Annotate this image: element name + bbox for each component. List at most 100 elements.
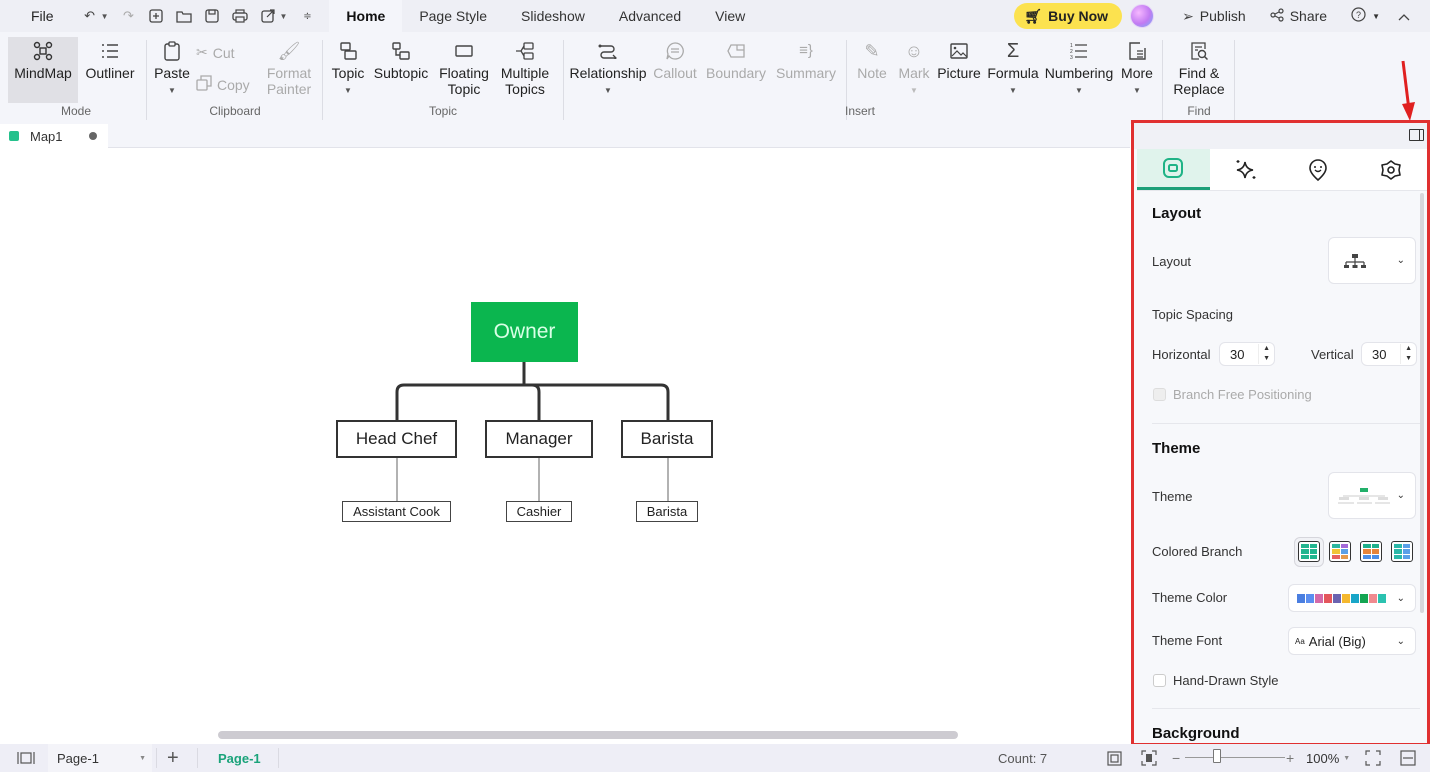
export-icon[interactable] [260,8,276,24]
fit-page-button[interactable] [1107,744,1122,772]
page-tab-active[interactable]: Page-1 [218,744,261,772]
mindmap-mode-button[interactable]: MindMap [8,37,78,103]
fit-selection-button[interactable] [1141,744,1157,772]
colored-branch-option[interactable] [1391,541,1413,562]
callout-button[interactable]: Callout [651,37,699,81]
topic-dropdown-icon[interactable]: ▼ [344,83,352,99]
ribbon-separator [322,40,323,120]
page-panel-toggle[interactable] [17,744,35,772]
zoom-slider-handle[interactable] [1213,749,1221,763]
boundary-button[interactable]: Boundary [705,37,767,81]
customize-icon[interactable]: ≑ [299,8,315,24]
share-button[interactable]: Share [1270,7,1327,25]
theme-font-select[interactable]: Aa Arial (Big) ⌄ [1288,627,1416,655]
find-replace-button[interactable]: Find & Replace [1168,37,1230,97]
formula-dropdown-icon[interactable]: ▼ [1009,83,1017,99]
vertical-spacing-input[interactable]: 30 ▲ ▼ [1361,342,1417,366]
panel-tab-ai-style[interactable] [1210,149,1283,190]
spinner-arrows-icon[interactable]: ▲ ▼ [1400,344,1412,364]
relationship-dropdown-icon[interactable]: ▼ [604,83,612,99]
numbering-dropdown-icon[interactable]: ▼ [1075,83,1083,99]
zoom-slider-track[interactable] [1185,757,1285,758]
theme-font-label: Theme Font [1152,633,1223,648]
root-topic[interactable]: Owner [471,302,578,362]
colored-branch-option[interactable] [1329,541,1351,562]
export-dropdown-icon[interactable]: ▼ [279,12,287,21]
file-menu[interactable]: File [31,8,54,24]
subtopic-button[interactable]: Subtopic [372,37,430,81]
publish-button[interactable]: ➢ Publish [1182,8,1246,25]
tab-view[interactable]: View [698,0,762,32]
topic-head-chef[interactable]: Head Chef [336,420,457,458]
subtopic-assistant-cook[interactable]: Assistant Cook [342,501,451,522]
subtopic-cashier[interactable]: Cashier [506,501,572,522]
mark-dropdown-icon[interactable]: ▼ [910,83,918,99]
paste-button[interactable]: Paste ▼ [152,37,192,99]
toggle-panel-icon[interactable] [1409,129,1424,141]
colored-branch-option[interactable] [1360,541,1382,562]
collapse-ribbon-button[interactable] [1398,8,1410,24]
topic-barista[interactable]: Barista [621,420,713,458]
tab-advanced[interactable]: Advanced [602,0,698,32]
undo-dropdown-icon[interactable]: ▼ [101,12,109,21]
outliner-mode-button[interactable]: Outliner [82,37,138,81]
multiple-topics-button[interactable]: Multiple Topics [496,37,554,97]
layout-select[interactable]: ⌄ [1328,237,1416,284]
note-button[interactable]: ✎ Note [853,37,891,81]
theme-color-select[interactable]: ⌄ [1288,584,1416,612]
colored-branch-option[interactable] [1298,541,1320,562]
more-dropdown-icon[interactable]: ▼ [1133,83,1141,99]
page-select[interactable]: Page-1 ▼ [48,744,152,772]
fullscreen-button[interactable] [1365,744,1381,772]
menu-bar: File ↶ ▼ ↷ ▼ ≑ Home Page Style Slideshow … [0,0,1430,32]
mark-button[interactable]: ☺︎ Mark ▼ [895,37,933,99]
cut-button[interactable]: ✂︎ Cut [196,44,235,61]
subtopic-barista[interactable]: Barista [636,501,698,522]
zoom-level-select[interactable]: 100% ▼ [1306,744,1350,772]
more-button[interactable]: More ▼ [1117,37,1157,99]
user-avatar[interactable] [1130,4,1155,28]
mindmap-canvas[interactable]: Owner Head Chef Manager Barista Assistan… [0,148,1130,744]
numbering-button[interactable]: 123 Numbering ▼ [1043,37,1115,99]
floating-topic-button[interactable]: Floating Topic [434,37,494,97]
horizontal-scrollbar[interactable] [218,731,958,739]
topic-button[interactable]: Topic ▼ [328,37,368,99]
picture-button[interactable]: Picture [935,37,983,81]
zoom-out-button[interactable]: − [1172,744,1180,772]
panel-tab-settings[interactable] [1355,149,1428,190]
add-page-button[interactable]: + [167,744,179,772]
find-replace-label: Find & Replace [1173,65,1225,97]
hand-drawn-style-checkbox[interactable] [1153,674,1166,687]
open-icon[interactable] [176,8,193,24]
print-icon[interactable] [232,8,249,24]
tab-home[interactable]: Home [329,0,403,32]
publish-label: Publish [1199,8,1246,24]
spinner-arrows-icon[interactable]: ▲ ▼ [1258,344,1270,364]
document-tab[interactable]: Map1 [0,124,108,148]
format-painter-button[interactable]: 🖌︎ Format Painter [262,37,316,97]
formula-button[interactable]: Σ Formula ▼ [987,37,1039,99]
new-icon[interactable] [148,8,164,24]
redo-icon[interactable]: ↷ [120,8,136,24]
fit-width-button[interactable] [1400,744,1416,772]
branch-free-positioning-checkbox[interactable] [1153,388,1166,401]
help-button[interactable]: ? ▼ [1351,7,1380,25]
panel-tab-layout[interactable] [1137,149,1210,190]
tab-page-style[interactable]: Page Style [402,0,504,32]
summary-button[interactable]: ≡} Summary [775,37,837,82]
relationship-button[interactable]: Relationship ▼ [569,37,647,99]
panel-scrollbar[interactable] [1420,193,1424,613]
zoom-in-button[interactable]: + [1286,744,1294,772]
panel-tab-mark[interactable] [1282,149,1355,190]
horizontal-spacing-input[interactable]: 30 ▲ ▼ [1219,342,1275,366]
theme-select[interactable]: ⌄ [1328,472,1416,519]
copy-button[interactable]: Copy [196,75,250,94]
topic-manager[interactable]: Manager [485,420,593,458]
unsaved-indicator-icon[interactable] [89,132,97,140]
buy-now-button[interactable]: 🛒︎ Buy Now [1014,3,1123,29]
branch-color-cell [1363,549,1371,554]
tab-slideshow[interactable]: Slideshow [504,0,602,32]
undo-icon[interactable]: ↶ [82,8,98,24]
paste-dropdown-icon[interactable]: ▼ [168,83,176,99]
save-icon[interactable] [204,8,220,24]
